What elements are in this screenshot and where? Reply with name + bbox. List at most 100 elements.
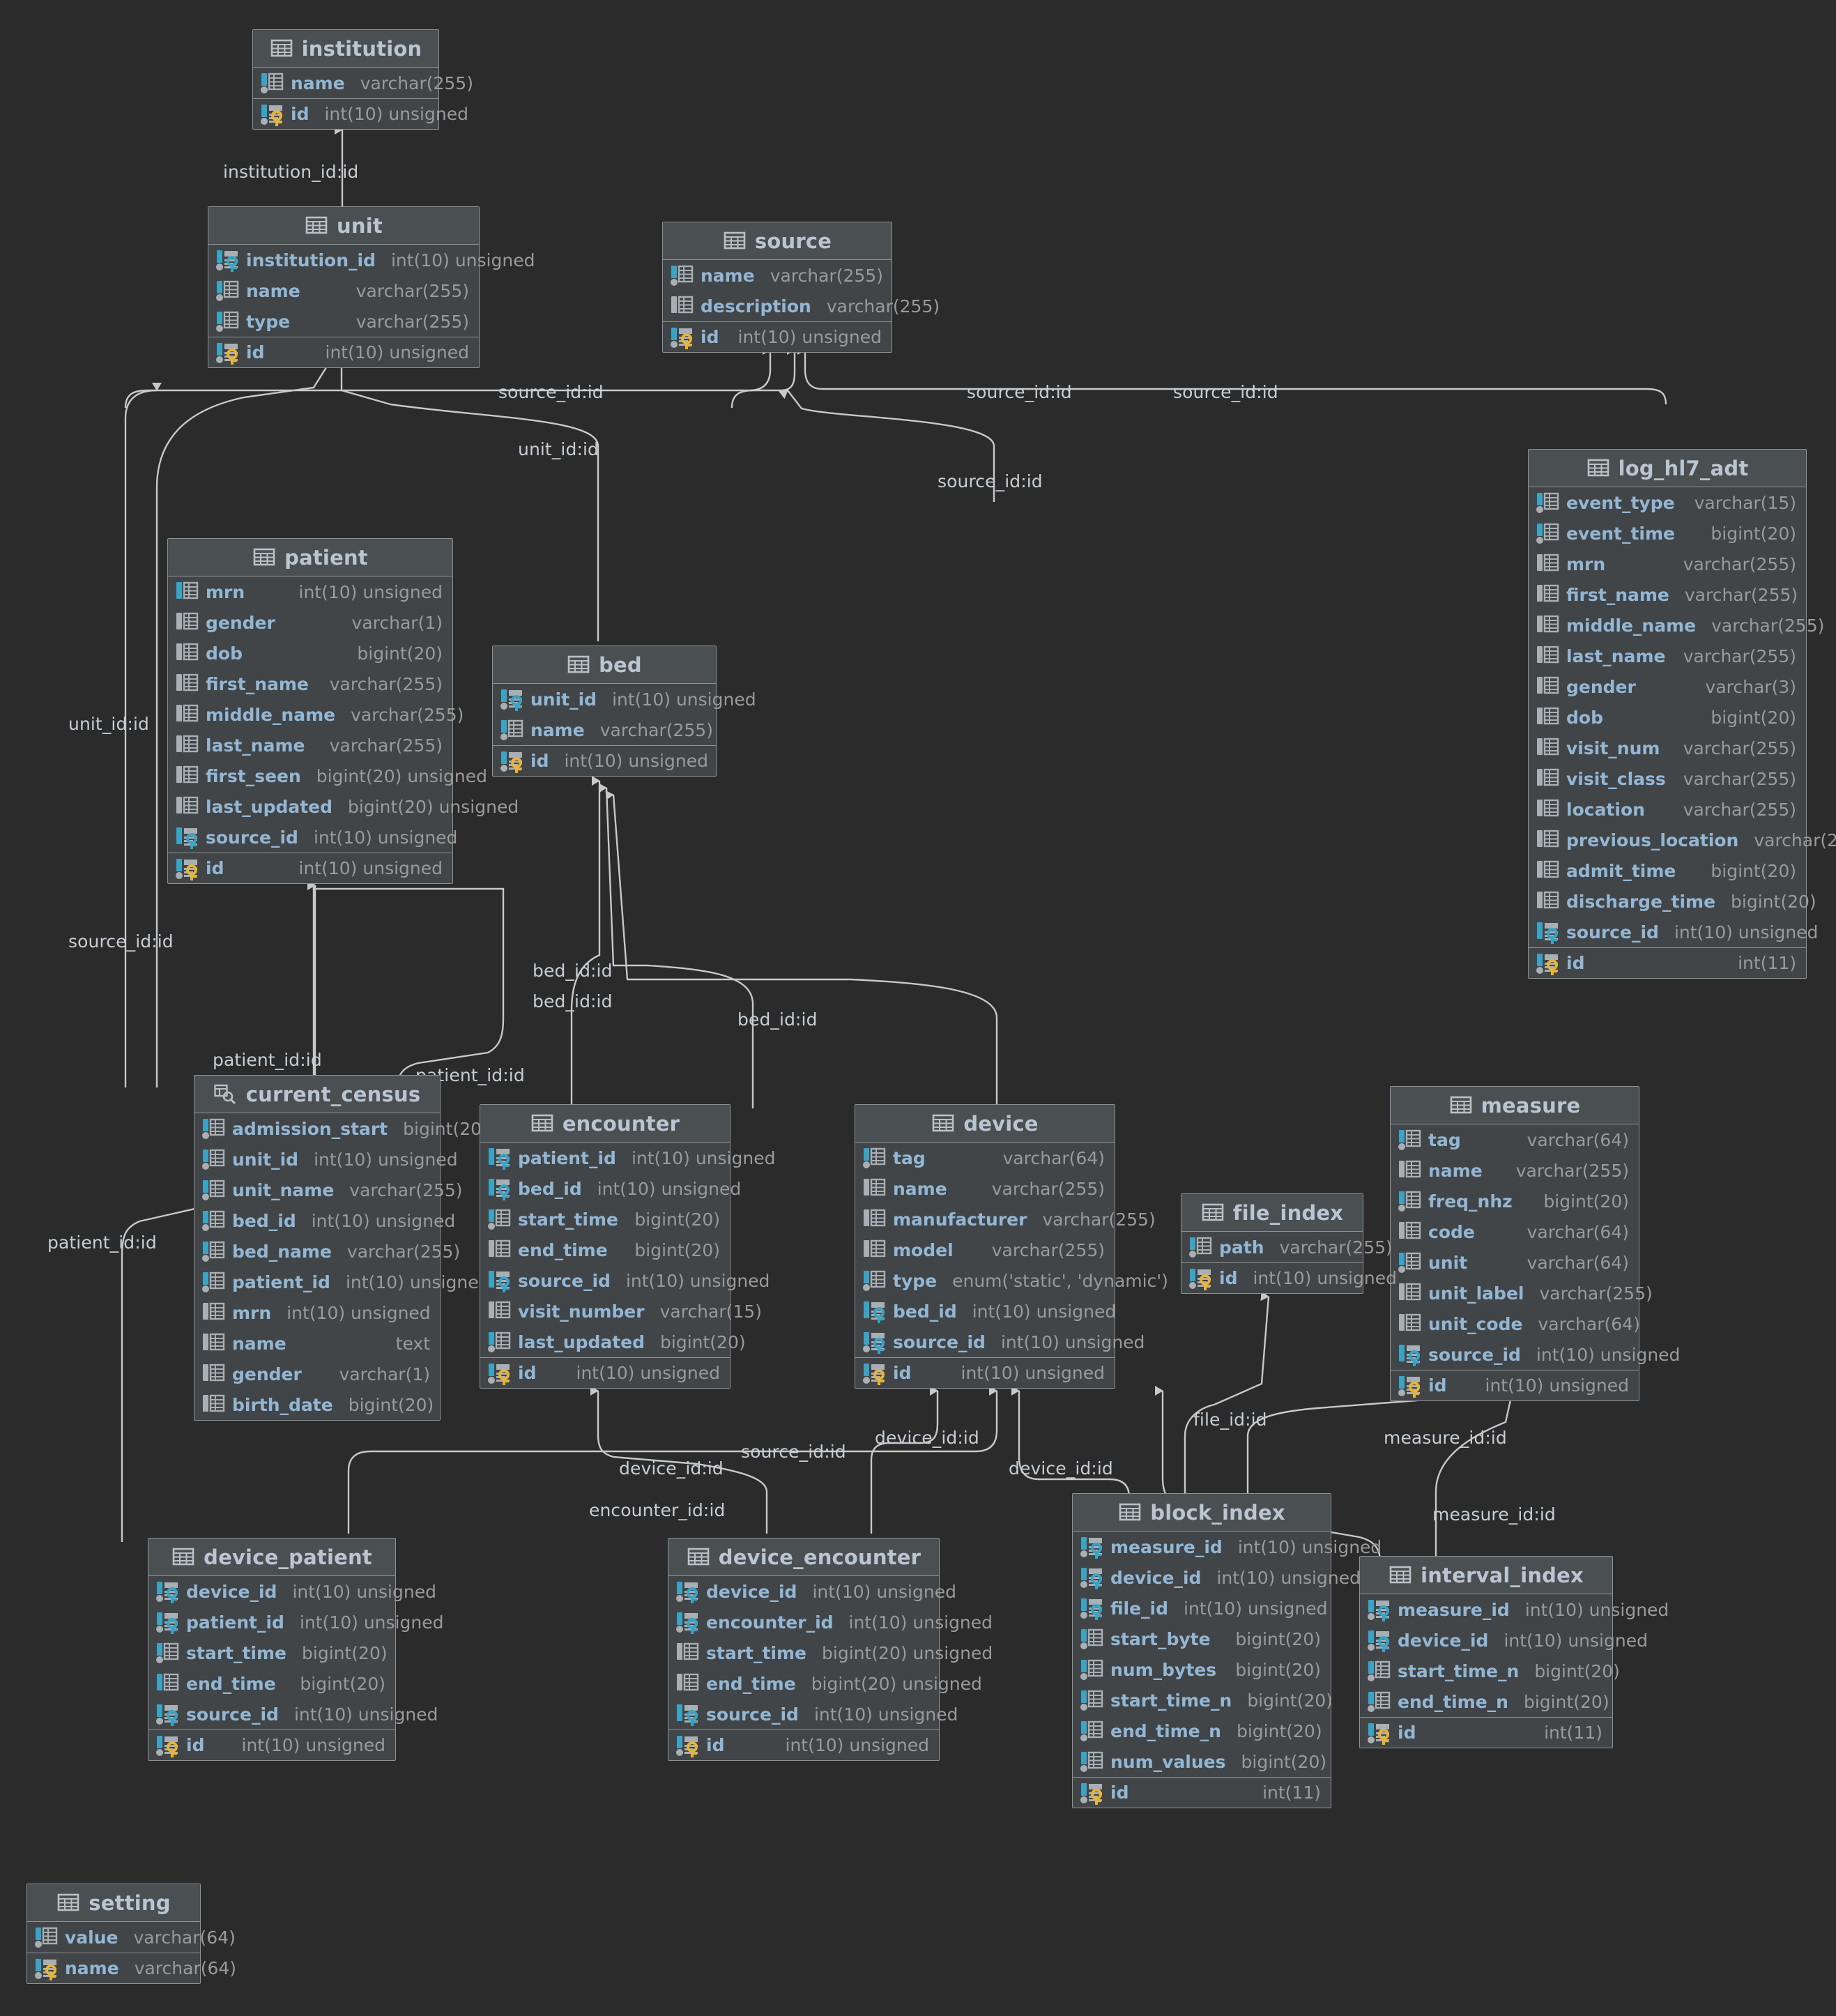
column-row[interactable]: first_name varchar(255) (168, 669, 452, 699)
column-row[interactable]: num_bytes bigint(20) (1073, 1654, 1331, 1685)
column-row[interactable]: gender varchar(3) (1529, 671, 1806, 702)
column-row[interactable]: bed_id int(10) unsigned (194, 1205, 455, 1236)
column-row[interactable]: location varchar(255) (1529, 794, 1806, 825)
column-row[interactable]: path varchar(255) (1181, 1232, 1393, 1262)
column-row[interactable]: id int(11) (1073, 1777, 1331, 1808)
column-row[interactable]: file_id int(10) unsigned (1073, 1593, 1331, 1624)
column-row[interactable]: mrn varchar(255) (1529, 549, 1806, 579)
table-header-block_index[interactable]: block_index (1073, 1494, 1331, 1532)
column-row[interactable]: type enum('static', 'dynamic') (855, 1265, 1168, 1296)
column-row[interactable]: patient_id int(10) unsigned (194, 1267, 489, 1297)
column-row[interactable]: code varchar(64) (1391, 1216, 1639, 1247)
column-row[interactable]: source_id int(10) unsigned (148, 1699, 438, 1729)
column-row[interactable]: first_seen bigint(20) unsigned (168, 761, 487, 791)
column-row[interactable]: device_id int(10) unsigned (148, 1576, 436, 1607)
column-row[interactable]: visit_num varchar(255) (1529, 733, 1806, 763)
table-header-unit[interactable]: unit (208, 207, 479, 245)
column-row[interactable]: source_id int(10) unsigned (480, 1265, 770, 1296)
column-row[interactable]: device_id int(10) unsigned (668, 1576, 956, 1607)
table-header-bed[interactable]: bed (493, 646, 716, 684)
column-row[interactable]: manufacturer varchar(255) (855, 1204, 1156, 1235)
column-row[interactable]: id int(10) unsigned (663, 321, 892, 352)
table-current_census[interactable]: current_census admission_start bigint(20) u… (194, 1075, 489, 1421)
table-device_patient[interactable]: device_patient device_id int(10) unsigned p… (148, 1538, 443, 1761)
column-row[interactable]: device_id int(10) unsigned (1073, 1562, 1361, 1593)
column-row[interactable]: device_id int(10) unsigned (1360, 1625, 1648, 1656)
column-row[interactable]: id int(10) unsigned (1181, 1262, 1397, 1293)
column-row[interactable]: id int(10) unsigned (668, 1729, 939, 1760)
table-encounter[interactable]: encounter patient_id int(10) unsigned bed_i… (480, 1104, 775, 1389)
table-log_hl7_adt[interactable]: log_hl7_adt event_type varchar(15) event_ti… (1528, 449, 1836, 979)
column-row[interactable]: model varchar(255) (855, 1235, 1115, 1265)
table-device[interactable]: device tag varchar(64) name varchar(255) manu… (855, 1104, 1168, 1389)
column-row[interactable]: unit_name varchar(255) (194, 1175, 463, 1205)
column-row[interactable]: last_name varchar(255) (1529, 641, 1806, 671)
column-row[interactable]: mrn int(10) unsigned (168, 576, 452, 607)
column-row[interactable]: admission_start bigint(20) (194, 1113, 489, 1144)
column-row[interactable]: name varchar(255) (663, 260, 892, 291)
column-row[interactable]: type varchar(255) (208, 306, 479, 337)
column-row[interactable]: start_time_n bigint(20) (1360, 1656, 1620, 1686)
table-header-patient[interactable]: patient (168, 539, 452, 576)
column-row[interactable]: freq_nhz bigint(20) (1391, 1186, 1639, 1216)
column-row[interactable]: id int(10) unsigned (855, 1357, 1115, 1388)
column-row[interactable]: unit_code varchar(64) (1391, 1308, 1640, 1339)
column-row[interactable]: start_byte bigint(20) (1073, 1624, 1331, 1654)
column-row[interactable]: name text (194, 1328, 440, 1359)
column-row[interactable]: id int(10) unsigned (480, 1357, 730, 1388)
table-device_encounter[interactable]: device_encounter device_id int(10) unsigne… (668, 1538, 993, 1761)
column-row[interactable]: first_name varchar(255) (1529, 579, 1806, 610)
column-row[interactable]: institution_id int(10) unsigned (208, 245, 535, 275)
table-file_index[interactable]: file_index path varchar(255) id int(10) unsi… (1181, 1193, 1397, 1294)
column-row[interactable]: unit varchar(64) (1391, 1247, 1639, 1278)
column-row[interactable]: name varchar(255) (253, 68, 473, 98)
table-header-file_index[interactable]: file_index (1181, 1194, 1363, 1232)
column-row[interactable]: encounter_id int(10) unsigned (668, 1607, 993, 1637)
column-row[interactable]: start_time_n bigint(20) (1073, 1685, 1333, 1716)
table-header-device_encounter[interactable]: device_encounter (668, 1538, 939, 1576)
column-row[interactable]: unit_id int(10) unsigned (194, 1144, 458, 1175)
table-bed[interactable]: bed unit_id int(10) unsigned name varchar(25… (492, 646, 756, 777)
column-row[interactable]: start_time bigint(20) unsigned (668, 1637, 993, 1668)
table-header-source[interactable]: source (663, 222, 892, 260)
column-row[interactable]: birth_date bigint(20) (194, 1389, 440, 1420)
column-row[interactable]: id int(10) unsigned (148, 1729, 395, 1760)
column-row[interactable]: name varchar(255) (1391, 1155, 1639, 1186)
table-header-interval_index[interactable]: interval_index (1360, 1557, 1612, 1594)
table-header-institution[interactable]: institution (253, 30, 438, 68)
column-row[interactable]: visit_number varchar(15) (480, 1296, 762, 1327)
table-source[interactable]: source name varchar(255) description varchar… (662, 222, 940, 353)
column-row[interactable]: last_name varchar(255) (168, 730, 452, 761)
table-measure[interactable]: measure tag varchar(64) name varchar(255) fre… (1390, 1086, 1680, 1401)
table-patient[interactable]: patient mrn int(10) unsigned gender varchar(… (167, 538, 519, 884)
column-row[interactable]: gender varchar(1) (168, 607, 452, 638)
column-row[interactable]: id int(10) unsigned (168, 853, 452, 883)
column-row[interactable]: dob bigint(20) (1529, 702, 1806, 733)
column-row[interactable]: source_id int(10) unsigned (668, 1699, 958, 1729)
column-row[interactable]: bed_id int(10) unsigned (480, 1173, 741, 1204)
column-row[interactable]: tag varchar(64) (1391, 1124, 1639, 1155)
column-row[interactable]: source_id int(10) unsigned (855, 1327, 1145, 1357)
table-unit[interactable]: unit institution_id int(10) unsigned name va… (208, 206, 535, 368)
column-row[interactable]: name varchar(255) (493, 715, 716, 745)
column-row[interactable]: id int(11) (1529, 947, 1806, 978)
column-row[interactable]: name varchar(255) (855, 1173, 1115, 1204)
column-row[interactable]: patient_id int(10) unsigned (148, 1607, 443, 1637)
column-row[interactable]: end_time bigint(20) unsigned (668, 1668, 982, 1699)
column-row[interactable]: id int(10) unsigned (253, 98, 468, 129)
column-row[interactable]: previous_location varchar(255) (1529, 825, 1836, 855)
column-row[interactable]: source_id int(10) unsigned (1529, 917, 1818, 947)
column-row[interactable]: unit_label varchar(255) (1391, 1278, 1653, 1308)
column-row[interactable]: discharge_time bigint(20) (1529, 886, 1816, 917)
column-row[interactable]: name varchar(255) (208, 275, 479, 306)
column-row[interactable]: admit_time bigint(20) (1529, 855, 1806, 886)
column-row[interactable]: num_values bigint(20) (1073, 1746, 1331, 1777)
table-institution[interactable]: institution name varchar(255) id int(10) uns… (252, 29, 473, 130)
column-row[interactable]: middle_name varchar(255) (168, 699, 464, 730)
column-row[interactable]: value varchar(64) (27, 1922, 236, 1953)
column-row[interactable]: id int(10) unsigned (493, 745, 716, 776)
column-row[interactable]: last_updated bigint(20) (480, 1327, 746, 1357)
column-row[interactable]: start_time bigint(20) (480, 1204, 730, 1235)
column-row[interactable]: gender varchar(1) (194, 1359, 440, 1389)
column-row[interactable]: description varchar(255) (663, 291, 940, 321)
